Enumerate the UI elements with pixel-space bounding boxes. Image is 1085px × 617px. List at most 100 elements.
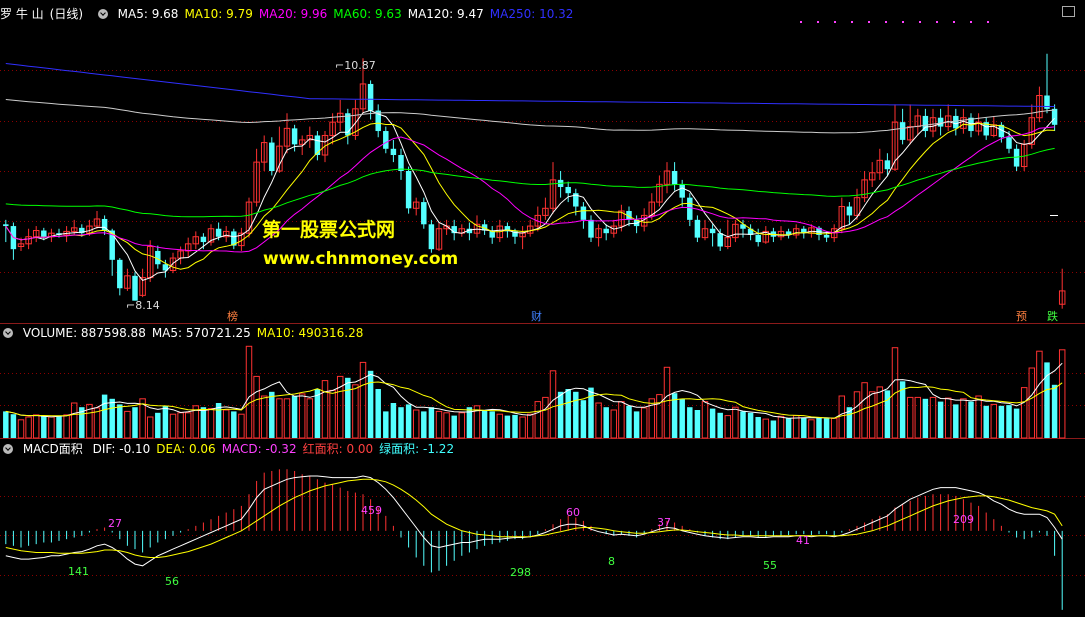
volume-bar bbox=[283, 398, 291, 439]
volume-bar bbox=[231, 411, 237, 438]
tag-yu: 预 bbox=[1016, 310, 1027, 323]
volume-bar bbox=[868, 391, 876, 439]
volume-bar bbox=[884, 390, 891, 438]
volume-bar bbox=[876, 386, 884, 439]
volume-bar bbox=[291, 396, 298, 438]
volume-bar bbox=[953, 404, 959, 438]
watermark-url: www.chnmoney.com bbox=[263, 249, 459, 269]
price-low-label: ⌐8.14 bbox=[126, 299, 160, 312]
signal-dot bbox=[834, 21, 836, 23]
candle-body bbox=[200, 236, 207, 243]
candle-body bbox=[291, 128, 298, 145]
volume-bar bbox=[306, 398, 314, 439]
watermark-cn: 第一股票公式网 bbox=[262, 219, 396, 241]
volume-bar bbox=[808, 419, 815, 439]
volume-bar bbox=[526, 413, 534, 439]
candle-body bbox=[899, 122, 906, 140]
macd-area-label: 56 bbox=[165, 575, 179, 588]
volume-bar bbox=[701, 401, 709, 439]
candle-body bbox=[588, 219, 594, 238]
volume-bar bbox=[17, 419, 25, 439]
candle-body bbox=[421, 202, 427, 225]
volume-bar bbox=[428, 407, 435, 438]
signal-dot bbox=[936, 21, 938, 23]
tag-cai: 财 bbox=[531, 310, 542, 323]
volume-bar bbox=[792, 415, 800, 439]
volume-bar bbox=[777, 415, 785, 439]
volume-bar bbox=[709, 408, 716, 438]
macd-area-label: 37 bbox=[657, 516, 671, 529]
volume-bar bbox=[298, 393, 306, 439]
volume-bar bbox=[383, 411, 389, 438]
tag-bang: 榜 bbox=[227, 310, 238, 323]
volume-bar bbox=[398, 407, 404, 438]
candle-body bbox=[709, 228, 716, 234]
candle-body bbox=[603, 228, 609, 234]
candle-body bbox=[823, 234, 830, 238]
candle-body bbox=[428, 224, 435, 250]
volume-bar bbox=[314, 389, 321, 438]
candle-body bbox=[383, 131, 389, 149]
candle-body bbox=[671, 171, 678, 185]
volume-bar bbox=[549, 370, 557, 439]
volume-bar bbox=[580, 400, 587, 438]
volume-bar bbox=[200, 407, 207, 438]
volume-bar bbox=[906, 396, 914, 439]
volume-bar bbox=[914, 396, 922, 439]
signal-dot bbox=[885, 21, 887, 23]
volume-bar bbox=[747, 412, 754, 438]
volume-bar bbox=[937, 401, 944, 438]
candle-body bbox=[390, 148, 397, 156]
candle-body bbox=[717, 233, 723, 247]
volume-bar bbox=[922, 398, 929, 438]
volume-bar bbox=[975, 395, 982, 439]
volume-bar bbox=[253, 375, 260, 439]
volume-bar bbox=[109, 398, 115, 438]
candle-body bbox=[953, 115, 959, 129]
volume-bar bbox=[732, 406, 739, 439]
volume-bar bbox=[830, 417, 838, 439]
volume-bar bbox=[1028, 367, 1036, 439]
volume-bar bbox=[823, 418, 830, 438]
macd-area-label: 60 bbox=[566, 506, 580, 519]
candle-body bbox=[755, 234, 761, 243]
candle-body bbox=[215, 228, 222, 237]
candle-body bbox=[405, 171, 412, 209]
volume-bar bbox=[352, 384, 359, 439]
volume-bar bbox=[519, 416, 526, 439]
price-high-label: ⌐10.87 bbox=[335, 59, 376, 72]
volume-bar bbox=[929, 396, 937, 439]
volume-bar bbox=[496, 413, 504, 439]
volume-bar bbox=[740, 411, 746, 438]
volume-bar bbox=[990, 403, 998, 439]
macd-area-label: 8 bbox=[608, 555, 615, 568]
macd-area-label: 141 bbox=[68, 565, 89, 578]
volume-bar bbox=[640, 407, 648, 439]
stock-chart[interactable] bbox=[0, 0, 1085, 617]
signal-dot bbox=[868, 21, 870, 23]
volume-bar bbox=[56, 416, 62, 438]
volume-bar bbox=[595, 402, 602, 439]
volume-bar bbox=[245, 345, 253, 439]
volume-bar bbox=[542, 396, 549, 439]
volume-bar bbox=[412, 409, 420, 439]
volume-bar bbox=[588, 387, 594, 438]
macd-area-label: 55 bbox=[763, 559, 777, 572]
signal-dot bbox=[817, 21, 819, 23]
candle-body bbox=[884, 160, 891, 170]
signal-dot bbox=[987, 21, 989, 23]
volume-bar bbox=[124, 410, 131, 439]
volume-bar bbox=[146, 416, 154, 439]
ma250-line bbox=[5, 63, 1055, 107]
candle-body bbox=[580, 206, 587, 220]
volume-bar bbox=[944, 397, 952, 439]
volume-bar bbox=[1044, 362, 1050, 438]
volume-bar bbox=[70, 402, 78, 439]
volume-bar bbox=[512, 414, 518, 438]
volume-bar bbox=[663, 366, 671, 439]
volume-bar bbox=[269, 391, 275, 438]
signal-dot bbox=[851, 21, 853, 23]
candle-body bbox=[367, 83, 374, 111]
volume-bar bbox=[117, 404, 123, 438]
volume-bar bbox=[162, 405, 169, 438]
